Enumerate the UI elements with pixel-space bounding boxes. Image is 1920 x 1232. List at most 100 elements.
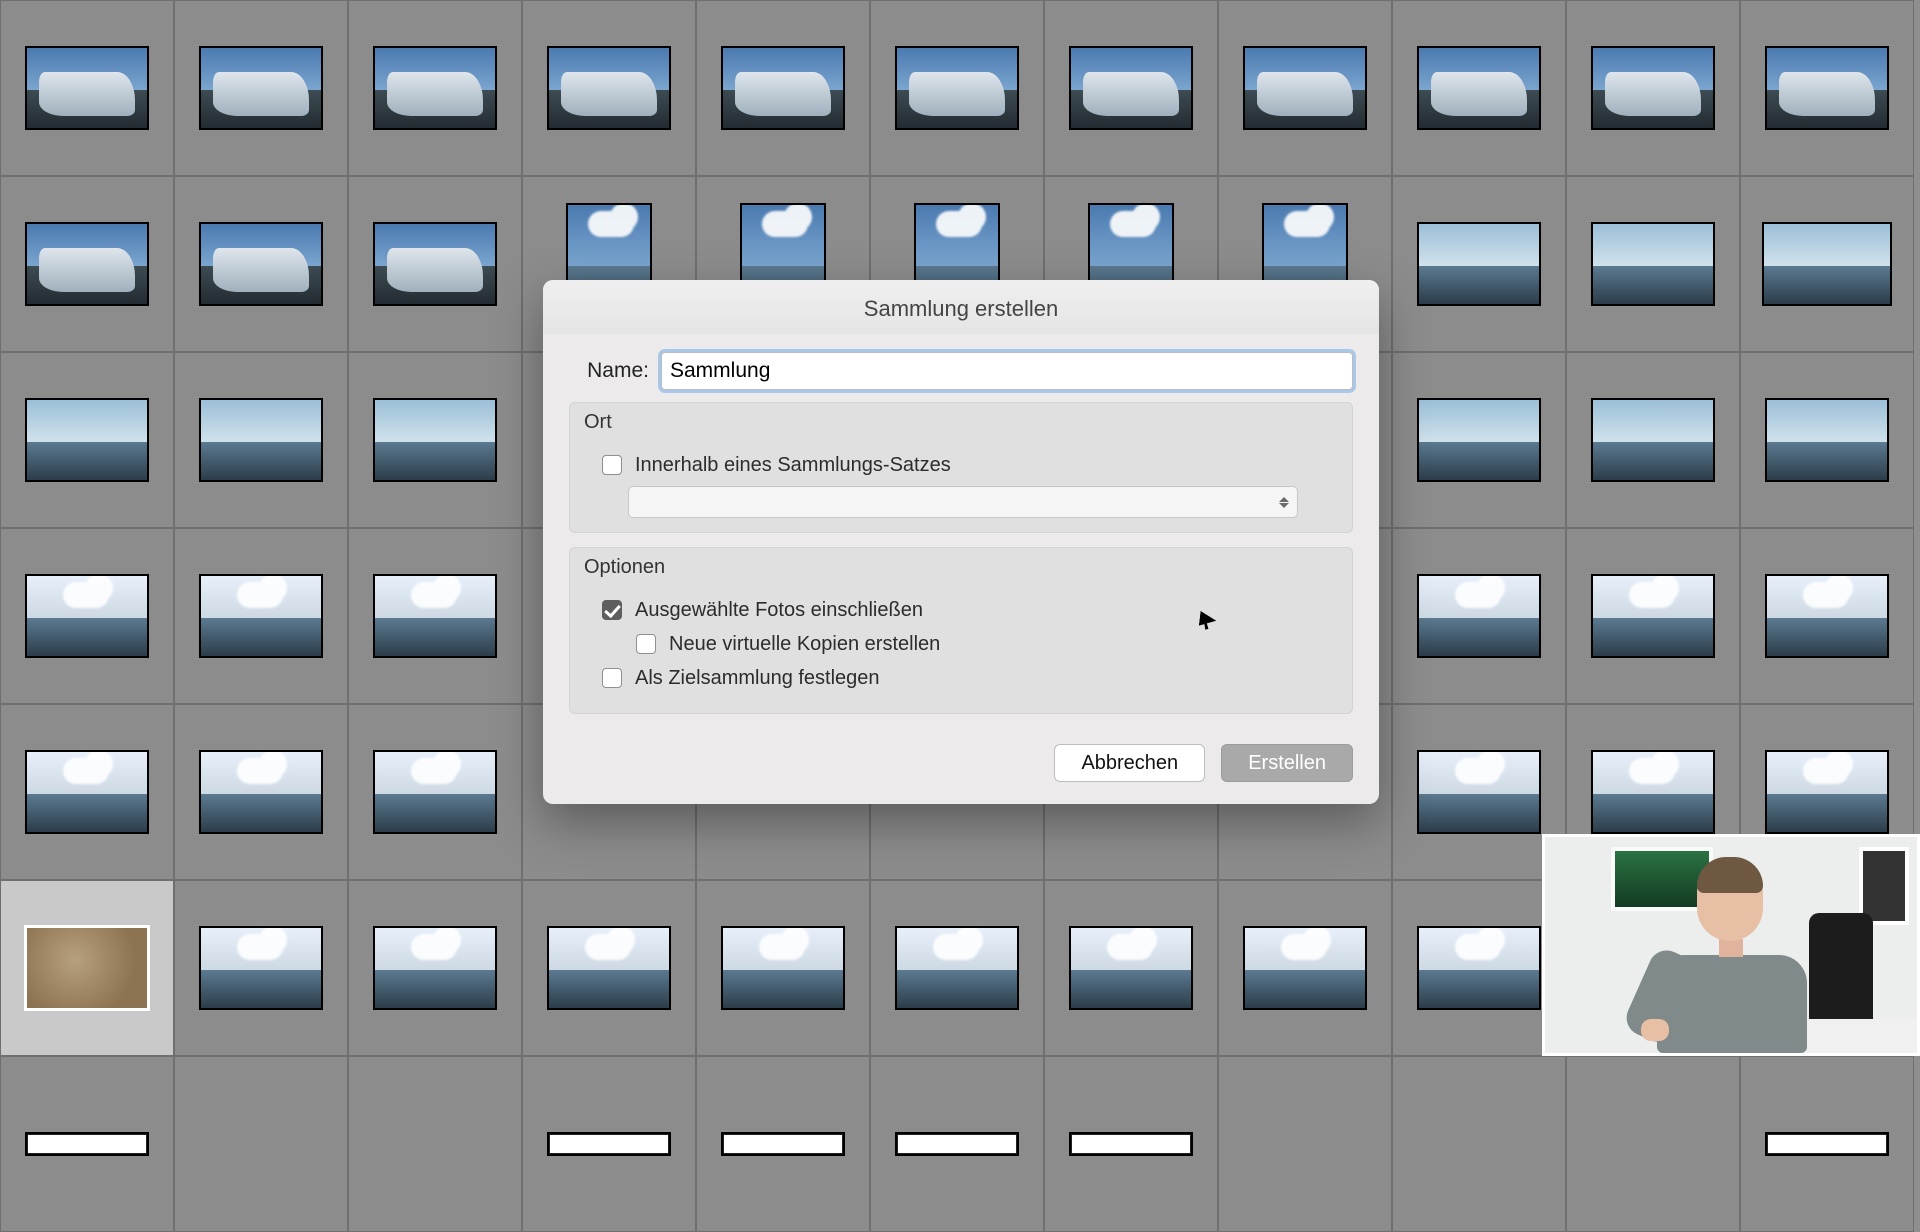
thumbnail-cell[interactable] [174,880,348,1056]
thumbnail-cell[interactable] [1392,1056,1566,1232]
thumbnail-image[interactable] [1069,46,1193,130]
thumbnail-cell[interactable] [1566,352,1740,528]
thumbnail-cell[interactable] [174,0,348,176]
thumbnail-cell[interactable] [1218,0,1392,176]
thumbnail-image[interactable] [199,46,323,130]
thumbnail-image[interactable] [373,574,497,658]
thumbnail-image[interactable] [1069,1132,1193,1156]
thumbnail-cell[interactable] [0,880,174,1056]
thumbnail-cell[interactable] [348,352,522,528]
thumbnail-cell[interactable] [1392,880,1566,1056]
collection-name-input[interactable] [661,352,1353,390]
thumbnail-cell[interactable] [0,1056,174,1232]
thumbnail-image[interactable] [25,46,149,130]
thumbnail-cell[interactable] [1218,1056,1392,1232]
inside-set-checkbox[interactable] [602,455,622,475]
thumbnail-cell[interactable] [1566,1056,1740,1232]
thumbnail-cell[interactable] [0,352,174,528]
thumbnail-image[interactable] [373,46,497,130]
thumbnail-image[interactable] [721,926,845,1010]
thumbnail-image[interactable] [199,398,323,482]
thumbnail-cell[interactable] [348,704,522,880]
thumbnail-cell[interactable] [174,528,348,704]
thumbnail-image[interactable] [199,574,323,658]
thumbnail-image[interactable] [1417,398,1541,482]
thumbnail-cell[interactable] [1044,0,1218,176]
thumbnail-image[interactable] [1591,750,1715,834]
thumbnail-image[interactable] [721,46,845,130]
thumbnail-cell[interactable] [870,0,1044,176]
thumbnail-cell[interactable] [1044,880,1218,1056]
new-virtual-copies-checkbox[interactable] [636,634,656,654]
thumbnail-image[interactable] [721,1132,845,1156]
thumbnail-image[interactable] [25,222,149,306]
thumbnail-image[interactable] [25,1132,149,1156]
thumbnail-image[interactable] [24,925,150,1011]
thumbnail-image[interactable] [547,926,671,1010]
thumbnail-cell[interactable] [696,880,870,1056]
thumbnail-image[interactable] [199,750,323,834]
create-button[interactable]: Erstellen [1221,744,1353,782]
include-selected-checkbox[interactable] [602,600,622,620]
thumbnail-cell[interactable] [1392,704,1566,880]
thumbnail-cell[interactable] [1392,528,1566,704]
thumbnail-cell[interactable] [1740,176,1914,352]
thumbnail-cell[interactable] [1740,528,1914,704]
thumbnail-cell[interactable] [1566,0,1740,176]
thumbnail-image[interactable] [1765,1132,1889,1156]
thumbnail-image[interactable] [1417,46,1541,130]
collection-set-dropdown[interactable] [628,486,1298,518]
thumbnail-image[interactable] [25,398,149,482]
thumbnail-cell[interactable] [870,880,1044,1056]
thumbnail-cell[interactable] [1392,176,1566,352]
thumbnail-cell[interactable] [1392,352,1566,528]
thumbnail-cell[interactable] [1566,528,1740,704]
cancel-button[interactable]: Abbrechen [1054,744,1205,782]
thumbnail-cell[interactable] [348,1056,522,1232]
thumbnail-image[interactable] [25,574,149,658]
thumbnail-image[interactable] [199,926,323,1010]
thumbnail-cell[interactable] [174,1056,348,1232]
thumbnail-image[interactable] [895,1132,1019,1156]
thumbnail-image[interactable] [373,398,497,482]
thumbnail-cell[interactable] [696,1056,870,1232]
thumbnail-image[interactable] [895,46,1019,130]
thumbnail-cell[interactable] [348,528,522,704]
thumbnail-cell[interactable] [522,1056,696,1232]
thumbnail-image[interactable] [1417,926,1541,1010]
target-collection-checkbox[interactable] [602,668,622,688]
thumbnail-image[interactable] [373,222,497,306]
thumbnail-cell[interactable] [0,176,174,352]
thumbnail-image[interactable] [1765,398,1889,482]
thumbnail-image[interactable] [25,750,149,834]
thumbnail-image[interactable] [1591,574,1715,658]
thumbnail-image[interactable] [1591,46,1715,130]
thumbnail-cell[interactable] [0,704,174,880]
thumbnail-cell[interactable] [0,0,174,176]
thumbnail-cell[interactable] [174,176,348,352]
thumbnail-image[interactable] [547,46,671,130]
thumbnail-cell[interactable] [1740,0,1914,176]
thumbnail-image[interactable] [1243,46,1367,130]
thumbnail-cell[interactable] [1218,880,1392,1056]
thumbnail-image[interactable] [1765,574,1889,658]
thumbnail-image[interactable] [895,926,1019,1010]
thumbnail-cell[interactable] [348,0,522,176]
thumbnail-cell[interactable] [1740,352,1914,528]
thumbnail-image[interactable] [547,1132,671,1156]
thumbnail-cell[interactable] [1566,176,1740,352]
thumbnail-image[interactable] [1417,574,1541,658]
thumbnail-image[interactable] [373,926,497,1010]
thumbnail-image[interactable] [1591,222,1715,306]
thumbnail-cell[interactable] [696,0,870,176]
thumbnail-cell[interactable] [522,0,696,176]
thumbnail-image[interactable] [1591,398,1715,482]
thumbnail-cell[interactable] [0,528,174,704]
thumbnail-cell[interactable] [1044,1056,1218,1232]
thumbnail-image[interactable] [1243,926,1367,1010]
thumbnail-image[interactable] [199,222,323,306]
thumbnail-cell[interactable] [174,352,348,528]
thumbnail-cell[interactable] [522,880,696,1056]
thumbnail-cell[interactable] [348,880,522,1056]
thumbnail-image[interactable] [1765,46,1889,130]
